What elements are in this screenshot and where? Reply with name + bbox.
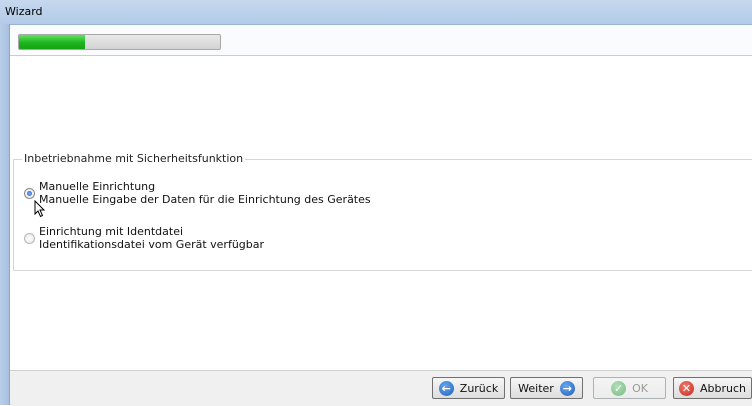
progress-fill bbox=[19, 35, 86, 49]
radio-manual-setup[interactable] bbox=[24, 188, 35, 199]
option-ident-description: Identifikationsdatei vom Gerät verfügbar bbox=[39, 238, 265, 251]
close-icon: ✕ bbox=[678, 380, 694, 396]
arrow-right-icon: → bbox=[559, 380, 575, 396]
title-bar: Wizard bbox=[0, 0, 752, 25]
arrow-left-icon: ← bbox=[438, 380, 454, 396]
window-left-frame bbox=[0, 24, 10, 405]
next-button[interactable]: Weiter → bbox=[510, 377, 583, 399]
group-legend: Inbetriebnahme mit Sicherheitsfunktion bbox=[22, 152, 246, 165]
option-manual-title: Manuelle Einrichtung bbox=[39, 180, 156, 193]
option-ident-title: Einrichtung mit Identdatei bbox=[39, 225, 184, 238]
option-manual-description: Manuelle Eingabe der Daten für die Einri… bbox=[39, 193, 371, 206]
window-title: Wizard bbox=[5, 5, 43, 18]
ok-button[interactable]: ✓ OK bbox=[593, 377, 666, 399]
wizard-footer: ← Zurück Weiter → ✓ OK ✕ Abbruch bbox=[10, 370, 752, 406]
cancel-button[interactable]: ✕ Abbruch bbox=[673, 377, 752, 399]
back-button[interactable]: ← Zurück bbox=[432, 377, 505, 399]
back-button-label: Zurück bbox=[459, 381, 499, 395]
wizard-progress-bar bbox=[18, 34, 221, 50]
progress-area bbox=[10, 25, 752, 56]
option-ident-file[interactable]: Einrichtung mit Identdatei Identifikatio… bbox=[24, 225, 264, 251]
mouse-cursor-icon bbox=[34, 200, 46, 218]
option-manual-setup[interactable]: Manuelle Einrichtung Manuelle Eingabe de… bbox=[24, 180, 371, 206]
radio-ident-file[interactable] bbox=[24, 233, 35, 244]
cancel-button-label: Abbruch bbox=[699, 381, 746, 395]
ok-button-label: OK bbox=[632, 381, 648, 395]
next-button-label: Weiter bbox=[518, 381, 554, 395]
setup-mode-group: Inbetriebnahme mit Sicherheitsfunktion M… bbox=[13, 152, 752, 271]
checkmark-icon: ✓ bbox=[611, 380, 627, 396]
